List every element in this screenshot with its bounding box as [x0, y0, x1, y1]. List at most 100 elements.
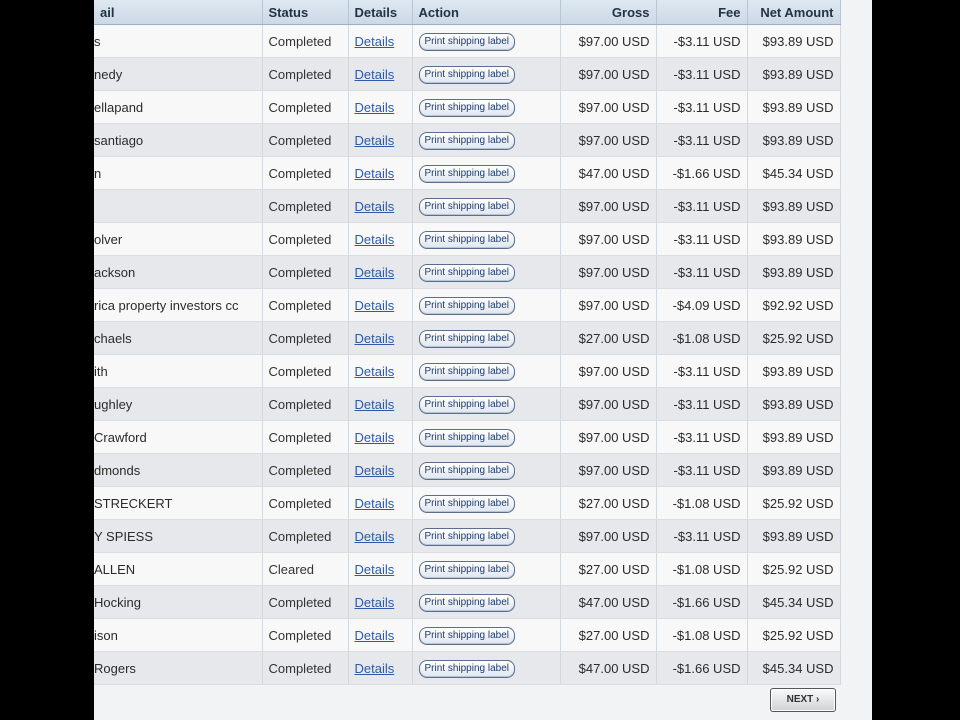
payer-name: olver: [94, 222, 263, 256]
action-cell: Print shipping label: [412, 585, 561, 619]
table-row: n Completed Details Print shipping label $47…: [94, 156, 841, 190]
print-shipping-label-button[interactable]: Print shipping label: [418, 197, 515, 216]
details-cell: Details: [348, 387, 413, 421]
gross-amount: $97.00 USD: [560, 222, 657, 256]
details-link[interactable]: Details: [355, 529, 395, 544]
print-shipping-label-button[interactable]: Print shipping label: [418, 362, 515, 381]
payer-name: Hocking: [94, 585, 263, 619]
details-link[interactable]: Details: [355, 661, 395, 676]
details-cell: Details: [348, 189, 413, 223]
transaction-status: Completed: [262, 156, 349, 190]
column-header-status[interactable]: Status: [262, 0, 349, 25]
details-link[interactable]: Details: [355, 265, 395, 280]
gross-amount: $97.00 USD: [560, 288, 657, 322]
fee-amount: -$3.11 USD: [656, 255, 748, 289]
details-link[interactable]: Details: [355, 496, 395, 511]
payer-name: Crawford: [94, 420, 263, 454]
print-shipping-label-button[interactable]: Print shipping label: [418, 527, 515, 546]
transactions-body: s Completed Details Print shipping label $97…: [94, 24, 841, 685]
column-header-email[interactable]: ail: [94, 0, 263, 25]
action-cell: Print shipping label: [412, 453, 561, 487]
print-shipping-label-button[interactable]: Print shipping label: [418, 494, 515, 513]
action-cell: Print shipping label: [412, 123, 561, 157]
payer-name: n: [94, 156, 263, 190]
details-cell: Details: [348, 123, 413, 157]
print-shipping-label-button[interactable]: Print shipping label: [418, 593, 515, 612]
print-shipping-label-button[interactable]: Print shipping label: [418, 659, 515, 678]
print-shipping-label-button[interactable]: Print shipping label: [418, 230, 515, 249]
table-row: Y SPIESS Completed Details Print shipping l…: [94, 519, 841, 553]
gross-amount: $27.00 USD: [560, 552, 657, 586]
details-cell: Details: [348, 618, 413, 652]
print-shipping-label-button[interactable]: Print shipping label: [418, 560, 515, 579]
gross-amount: $97.00 USD: [560, 354, 657, 388]
table-row: s Completed Details Print shipping label $97…: [94, 24, 841, 58]
net-amount: $93.89 USD: [747, 354, 841, 388]
details-link[interactable]: Details: [355, 364, 395, 379]
column-header-net-amount[interactable]: Net Amount: [747, 0, 841, 25]
fee-amount: -$4.09 USD: [656, 288, 748, 322]
print-shipping-label-button[interactable]: Print shipping label: [418, 428, 515, 447]
print-shipping-label-button[interactable]: Print shipping label: [418, 296, 515, 315]
table-row: Completed Details Print shipping label $97.…: [94, 189, 841, 223]
details-link[interactable]: Details: [355, 67, 395, 82]
payer-name: Y SPIESS: [94, 519, 263, 553]
details-link[interactable]: Details: [355, 397, 395, 412]
transaction-status: Completed: [262, 24, 349, 58]
table-row: dmonds Completed Details Print shipping lab…: [94, 453, 841, 487]
details-cell: Details: [348, 321, 413, 355]
print-shipping-label-button[interactable]: Print shipping label: [418, 32, 515, 51]
print-shipping-label-button[interactable]: Print shipping label: [418, 164, 515, 183]
action-cell: Print shipping label: [412, 321, 561, 355]
details-link[interactable]: Details: [355, 331, 395, 346]
action-cell: Print shipping label: [412, 420, 561, 454]
print-shipping-label-button[interactable]: Print shipping label: [418, 98, 515, 117]
details-link[interactable]: Details: [355, 133, 395, 148]
print-shipping-label-button[interactable]: Print shipping label: [418, 461, 515, 480]
print-shipping-label-button[interactable]: Print shipping label: [418, 329, 515, 348]
action-cell: Print shipping label: [412, 189, 561, 223]
gross-amount: $97.00 USD: [560, 57, 657, 91]
transaction-status: Completed: [262, 288, 349, 322]
payer-name: ellapand: [94, 90, 263, 124]
details-cell: Details: [348, 156, 413, 190]
details-link[interactable]: Details: [355, 463, 395, 478]
transaction-status: Completed: [262, 255, 349, 289]
details-link[interactable]: Details: [355, 298, 395, 313]
print-shipping-label-button[interactable]: Print shipping label: [418, 263, 515, 282]
gross-amount: $27.00 USD: [560, 486, 657, 520]
action-cell: Print shipping label: [412, 57, 561, 91]
details-link[interactable]: Details: [355, 232, 395, 247]
fee-amount: -$3.11 USD: [656, 123, 748, 157]
net-amount: $93.89 USD: [747, 453, 841, 487]
details-link[interactable]: Details: [355, 100, 395, 115]
details-link[interactable]: Details: [355, 166, 395, 181]
details-link[interactable]: Details: [355, 628, 395, 643]
print-shipping-label-button[interactable]: Print shipping label: [418, 395, 515, 414]
fee-amount: -$1.08 USD: [656, 618, 748, 652]
column-header-fee[interactable]: Fee: [656, 0, 748, 25]
print-shipping-label-button[interactable]: Print shipping label: [418, 626, 515, 645]
details-cell: Details: [348, 552, 413, 586]
details-link[interactable]: Details: [355, 199, 395, 214]
column-header-gross[interactable]: Gross: [560, 0, 657, 25]
details-link[interactable]: Details: [355, 562, 395, 577]
payer-name: STRECKERT: [94, 486, 263, 520]
transaction-status: Completed: [262, 321, 349, 355]
net-amount: $93.89 USD: [747, 222, 841, 256]
print-shipping-label-button[interactable]: Print shipping label: [418, 131, 515, 150]
payer-name: [94, 189, 263, 223]
next-page-button[interactable]: NEXT ›: [770, 688, 836, 712]
table-row: STRECKERT Completed Details Print shipping …: [94, 486, 841, 520]
right-black-border: [872, 0, 960, 720]
table-row: chaels Completed Details Print shipping lab…: [94, 321, 841, 355]
transaction-status: Completed: [262, 618, 349, 652]
details-link[interactable]: Details: [355, 34, 395, 49]
print-shipping-label-button[interactable]: Print shipping label: [418, 65, 515, 84]
details-link[interactable]: Details: [355, 595, 395, 610]
transaction-status: Completed: [262, 189, 349, 223]
net-amount: $45.34 USD: [747, 156, 841, 190]
table-row: olver Completed Details Print shipping labe…: [94, 222, 841, 256]
table-row: Hocking Completed Details Print shipping la…: [94, 585, 841, 619]
details-link[interactable]: Details: [355, 430, 395, 445]
